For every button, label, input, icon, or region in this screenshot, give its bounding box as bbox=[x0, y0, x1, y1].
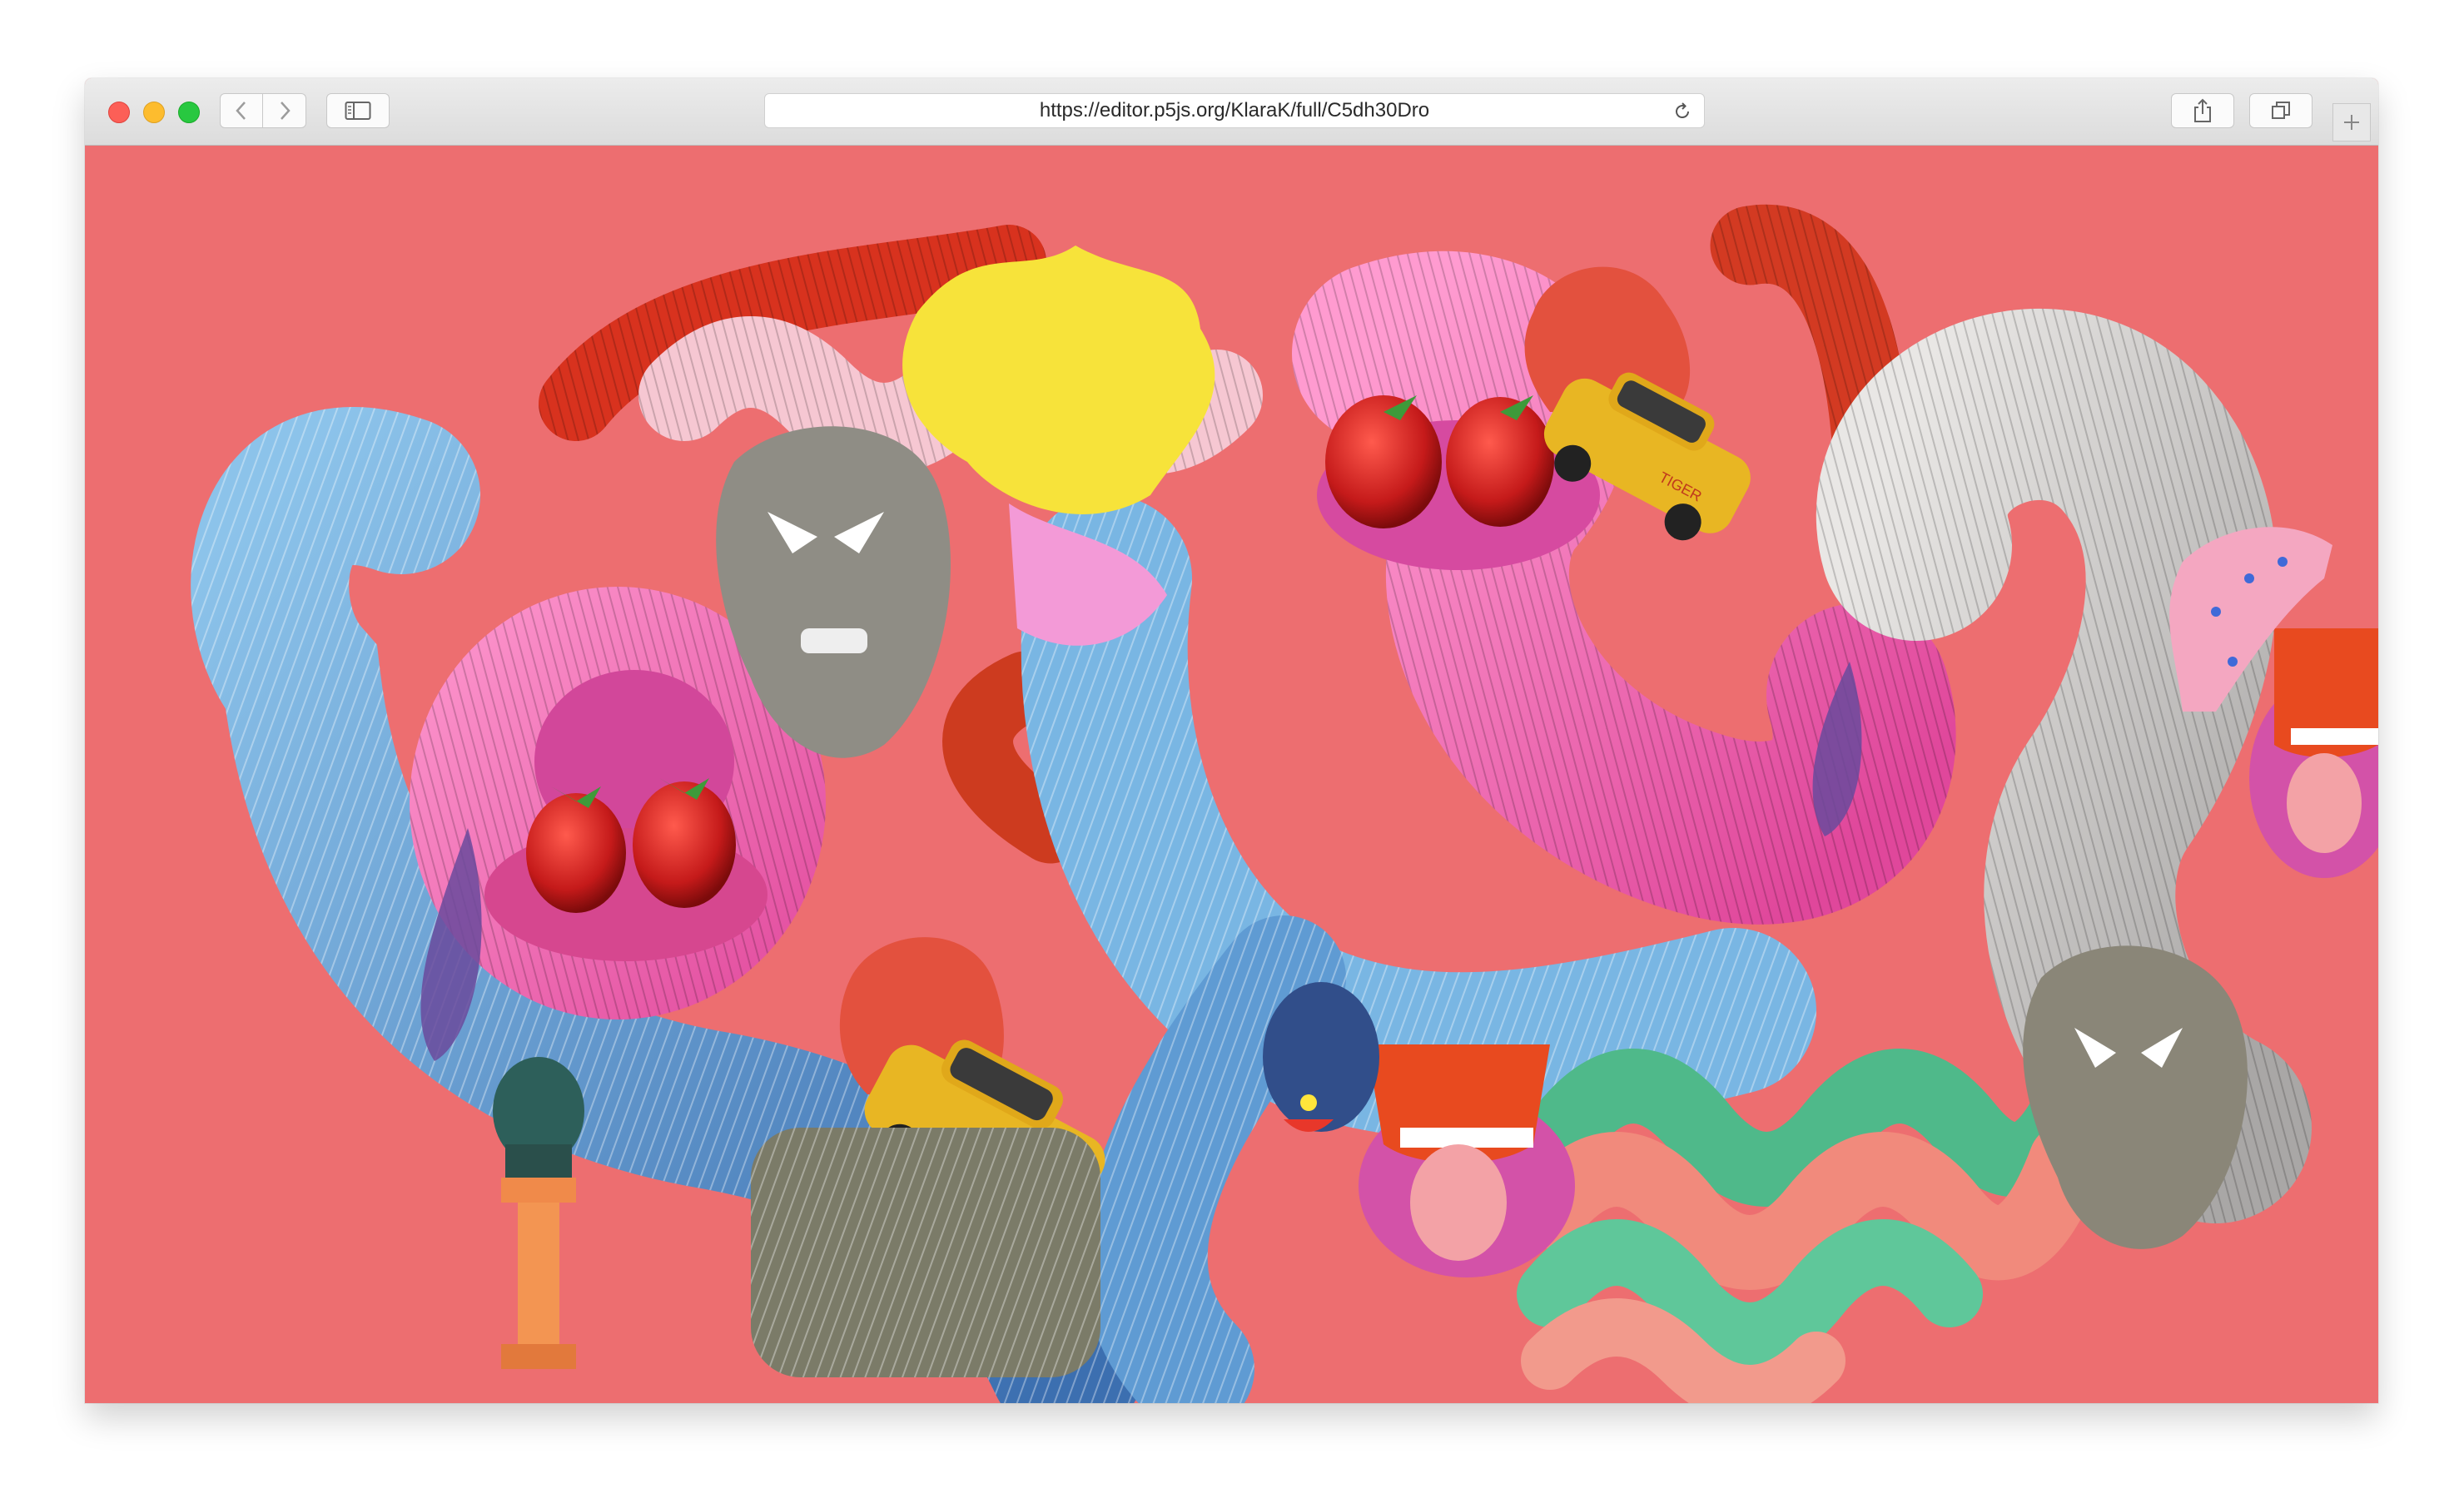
p5-canvas[interactable]: TIGER TIGER bbox=[85, 146, 2378, 1403]
browser-toolbar: https://editor.p5js.org/KlaraK/full/C5dh… bbox=[85, 78, 2378, 146]
tongue-mouth-right bbox=[2249, 628, 2378, 878]
back-button[interactable] bbox=[220, 93, 263, 128]
screenshot-stage: https://editor.p5js.org/KlaraK/full/C5dh… bbox=[0, 0, 2464, 1498]
plus-icon bbox=[2344, 115, 2359, 130]
chevron-left-icon bbox=[236, 102, 246, 120]
forward-button[interactable] bbox=[263, 93, 306, 128]
tabs-overview-icon bbox=[2272, 102, 2290, 119]
browser-window: https://editor.p5js.org/KlaraK/full/C5dh… bbox=[85, 78, 2378, 1403]
sidebar-icon bbox=[345, 102, 371, 120]
address-bar[interactable]: https://editor.p5js.org/KlaraK/full/C5dh… bbox=[764, 93, 1705, 128]
share-button[interactable] bbox=[2171, 93, 2234, 128]
reload-icon[interactable] bbox=[1672, 102, 1692, 122]
new-tab-button[interactable] bbox=[2332, 103, 2371, 141]
chevron-right-icon bbox=[280, 102, 291, 120]
tongue-mouth-center bbox=[1359, 1044, 1575, 1277]
share-icon bbox=[2194, 98, 2211, 122]
generative-collage-artwork: TIGER TIGER bbox=[191, 204, 2378, 1403]
url-text[interactable]: https://editor.p5js.org/KlaraK/full/C5dh… bbox=[765, 94, 1704, 127]
striped-gear-stack bbox=[751, 1128, 1100, 1377]
maximize-window-button[interactable] bbox=[178, 102, 200, 123]
blue-bird-head bbox=[1263, 982, 1379, 1132]
tab-overview-button[interactable] bbox=[2249, 93, 2312, 128]
green-wave-stack bbox=[1513, 1040, 2120, 1403]
close-window-button[interactable] bbox=[108, 102, 130, 123]
sidebar-toggle-button[interactable] bbox=[326, 93, 390, 128]
bust-statue-on-column bbox=[493, 1057, 584, 1369]
minimize-window-button[interactable] bbox=[143, 102, 165, 123]
